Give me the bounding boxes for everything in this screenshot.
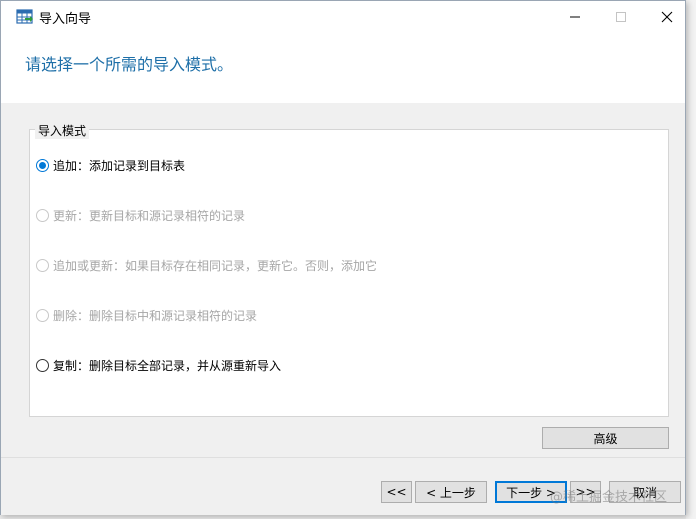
radio-copy-label: 复制：删除目标全部记录，并从源重新导入 <box>53 358 282 373</box>
radio-update[interactable]: 更新：更新目标和源记录相符的记录 <box>36 206 245 224</box>
wizard-header: 请选择一个所需的导入模式。 <box>1 33 685 103</box>
cancel-button[interactable]: 取消 <box>609 481 681 503</box>
radio-button-checked[interactable] <box>36 158 49 172</box>
radio-append-label: 追加：添加记录到目标表 <box>53 158 186 173</box>
import-wizard-window: 导入向导 请选择一个所需的导入模式。 导入模式 追加：添加记录到目标表 更新：更… <box>0 0 686 515</box>
radio-append[interactable]: 追加：添加记录到目标表 <box>36 156 185 174</box>
wizard-content: 导入模式 追加：添加记录到目标表 更新：更新目标和源记录相符的记录 追加或更新：… <box>1 103 685 457</box>
radio-delete-label: 删除：删除目标中和源记录相符的记录 <box>53 308 258 323</box>
previous-step-button[interactable]: < 上一步 <box>415 481 487 503</box>
radio-button-disabled[interactable] <box>36 258 49 272</box>
import-mode-legend: 导入模式 <box>35 122 90 139</box>
radio-append-or-update-label: 追加或更新：如果目标存在相同记录，更新它。否则，添加它 <box>53 258 378 273</box>
last-step-button[interactable]: >> <box>570 481 601 503</box>
radio-copy[interactable]: 复制：删除目标全部记录，并从源重新导入 <box>36 356 281 374</box>
close-button[interactable] <box>644 1 690 33</box>
radio-button-disabled[interactable] <box>36 308 49 322</box>
radio-button-disabled[interactable] <box>36 208 49 222</box>
wizard-footer: << < 上一步 下一步 > >> 取消 <box>1 457 685 515</box>
radio-button[interactable] <box>36 358 49 372</box>
page-title: 请选择一个所需的导入模式。 <box>25 55 234 74</box>
background-window-edge <box>686 0 696 519</box>
window-title: 导入向导 <box>39 12 92 27</box>
radio-append-or-update[interactable]: 追加或更新：如果目标存在相同记录，更新它。否则，添加它 <box>36 256 377 274</box>
radio-delete[interactable]: 删除：删除目标中和源记录相符的记录 <box>36 306 257 324</box>
maximize-icon <box>616 12 626 22</box>
advanced-button[interactable]: 高级 <box>542 427 669 449</box>
minimize-icon <box>570 16 580 18</box>
first-step-button[interactable]: << <box>381 481 412 503</box>
radio-update-label: 更新：更新目标和源记录相符的记录 <box>53 208 246 223</box>
title-bar: 导入向导 <box>1 1 685 33</box>
next-step-button[interactable]: 下一步 > <box>495 481 567 503</box>
minimize-button[interactable] <box>552 1 598 33</box>
maximize-button[interactable] <box>598 1 644 33</box>
close-icon <box>661 11 673 23</box>
table-import-icon <box>16 9 33 24</box>
